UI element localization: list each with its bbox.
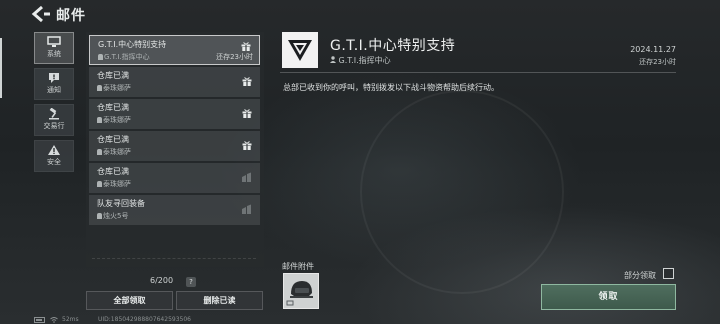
gti-logo-icon xyxy=(282,32,318,68)
tab-security-label: 安全 xyxy=(47,158,61,166)
scroll-indicator xyxy=(0,38,2,98)
claim-button[interactable]: 领取 xyxy=(541,284,676,310)
mail-subject: 仓库已满 xyxy=(97,167,129,176)
mail-sender-text: 烛火5号 xyxy=(103,212,129,220)
mail-detail-sender-text: G.T.I.指挥中心 xyxy=(338,56,391,65)
person-icon xyxy=(330,56,336,63)
mail-body: 总部已收到你的呼叫，特别拨发以下战斗物资帮助后续行动。 xyxy=(283,83,499,92)
mail-sender-text: 泰珠娜萨 xyxy=(103,148,131,156)
mail-item[interactable]: 仓库已满 泰珠娜萨 xyxy=(89,131,260,161)
mail-count: 6/200 xyxy=(150,276,174,285)
attachment-helmet[interactable] xyxy=(283,273,319,309)
mail-sender: 泰珠娜萨 xyxy=(97,115,131,125)
mail-subject: 仓库已满 xyxy=(97,71,129,80)
mail-detail-expiry: 还存23小时 xyxy=(639,58,676,66)
mail-sender: 烛火5号 xyxy=(97,211,128,221)
warning-icon xyxy=(48,145,60,155)
tab-notice[interactable]: 通知 xyxy=(34,68,74,100)
mail-subject: 仓库已满 xyxy=(97,135,129,144)
detail-divider xyxy=(280,72,676,73)
mail-sender-text: 泰珠娜萨 xyxy=(103,180,131,188)
claim-all-button[interactable]: 全部领取 xyxy=(86,291,173,310)
page-title: 邮件 xyxy=(56,8,86,24)
attachments-label: 邮件附件 xyxy=(282,262,314,271)
tab-trade[interactable]: 交易行 xyxy=(34,104,74,136)
partial-claim-checkbox[interactable] xyxy=(663,268,674,279)
back-arrow-icon[interactable] xyxy=(30,5,52,23)
tab-system[interactable]: 系统 xyxy=(34,32,74,64)
tab-trade-label: 交易行 xyxy=(43,122,65,130)
wifi-icon xyxy=(50,317,58,323)
person-icon xyxy=(97,213,102,219)
person-icon xyxy=(97,181,102,187)
mail-detail-title: G.T.I.中心特别支持 xyxy=(330,38,456,54)
gift-icon xyxy=(242,141,252,150)
mail-expiry: 还存23小时 xyxy=(216,53,253,61)
mail-sender: G.T.I.指挥中心 xyxy=(98,52,150,62)
monitor-icon xyxy=(47,36,61,47)
mail-detail-sender: G.T.I.指挥中心 xyxy=(330,55,391,66)
mail-sender-text: G.T.I.指挥中心 xyxy=(104,53,150,61)
gift-icon xyxy=(242,109,252,118)
delete-read-button[interactable]: 删除已读 xyxy=(176,291,263,310)
mail-item-gti-support[interactable]: G.T.I.中心特别支持 G.T.I.指挥中心 还存23小时 xyxy=(89,35,260,65)
mail-date: 2024.11.27 xyxy=(630,45,676,54)
mail-subject: 仓库已满 xyxy=(97,103,129,112)
background-emblem xyxy=(360,90,564,294)
mail-sender: 泰珠娜萨 xyxy=(97,179,131,189)
claimed-icon xyxy=(242,172,251,182)
mail-item[interactable]: 仓库已满 泰珠娜萨 xyxy=(89,163,260,193)
mail-sender: 泰珠娜萨 xyxy=(97,83,131,93)
help-icon[interactable]: ? xyxy=(186,277,196,287)
gavel-icon xyxy=(49,108,59,120)
ping-readout: 52ms xyxy=(62,316,79,323)
uid-text: UID:185042988807642593506 xyxy=(98,316,191,323)
mail-sender: 泰珠娜萨 xyxy=(97,147,131,157)
tab-system-label: 系统 xyxy=(47,50,61,58)
mail-item[interactable]: 队友寻回装备 烛火5号 xyxy=(89,195,260,225)
person-icon xyxy=(97,149,102,155)
person-icon xyxy=(97,85,102,91)
tab-notice-label: 通知 xyxy=(47,86,61,94)
alert-bubble-icon xyxy=(49,73,59,83)
mail-item[interactable]: 仓库已满 泰珠娜萨 xyxy=(89,67,260,97)
person-icon xyxy=(97,117,102,123)
claimed-icon xyxy=(242,204,251,214)
mail-subject: G.T.I.中心特别支持 xyxy=(98,40,167,49)
tab-security[interactable]: 安全 xyxy=(34,140,74,172)
helmet-icon xyxy=(286,281,313,306)
partial-claim-label: 部分领取 xyxy=(624,271,656,280)
list-end-divider xyxy=(92,258,256,262)
mail-sender-text: 泰珠娜萨 xyxy=(103,116,131,124)
battery-icon xyxy=(34,317,45,323)
mail-sender-text: 泰珠娜萨 xyxy=(103,84,131,92)
gift-icon xyxy=(242,77,252,86)
mail-subject: 队友寻回装备 xyxy=(97,199,145,208)
person-icon xyxy=(98,54,103,60)
mail-item[interactable]: 仓库已满 泰珠娜萨 xyxy=(89,99,260,129)
gift-icon xyxy=(241,42,251,51)
